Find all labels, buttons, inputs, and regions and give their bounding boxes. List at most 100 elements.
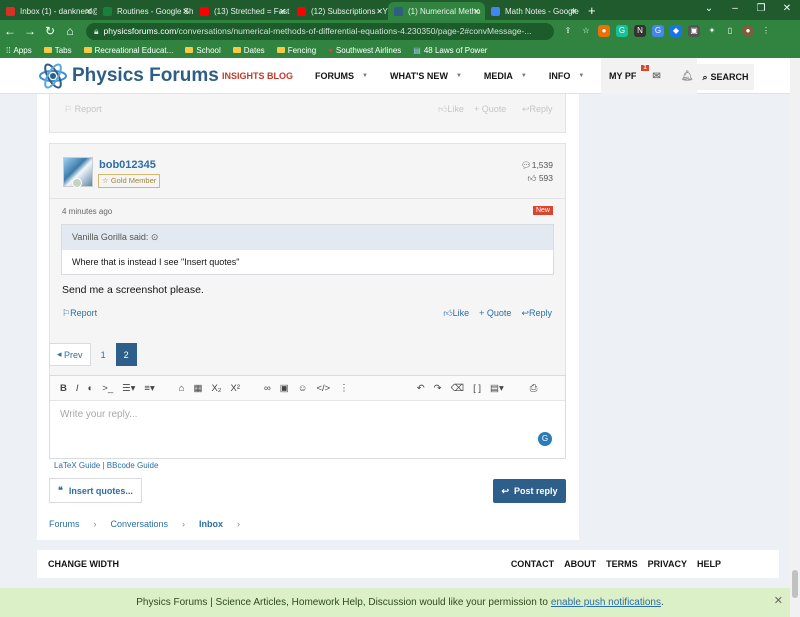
bookmark-star-icon[interactable]: ☆ xyxy=(580,25,592,37)
username-link[interactable]: bob012345 xyxy=(99,159,156,171)
nav-insights-blog[interactable]: INSIGHTS BLOG xyxy=(222,71,293,81)
close-icon[interactable]: ✕ xyxy=(182,7,189,16)
reload-icon[interactable]: ↻ xyxy=(40,24,60,38)
like-link[interactable]: 👍︎Like xyxy=(443,308,469,319)
bookmark-fencing[interactable]: Fencing xyxy=(276,46,316,55)
url-input[interactable]: 🔒︎ physicsforums.com/conversations/numer… xyxy=(86,22,554,40)
bookmark-recreational[interactable]: Recreational Educat... xyxy=(83,46,173,55)
reply-link[interactable]: ↩Reply xyxy=(521,308,552,319)
search-button[interactable]: ⌕ SEARCH xyxy=(697,64,754,90)
nav-whats-new[interactable]: WHAT'S NEW ▼ xyxy=(390,71,462,81)
subscript-icon[interactable]: X₂ xyxy=(211,383,221,394)
footer-about[interactable]: ABOUT xyxy=(564,559,596,569)
insert-quotes-button[interactable]: ❝ Insert quotes... xyxy=(49,478,142,503)
brackets-icon[interactable]: [ ] xyxy=(473,383,481,394)
list-icon[interactable]: ☰▾ xyxy=(122,383,135,394)
like-link[interactable]: 👍︎Like xyxy=(438,104,464,115)
paint-icon[interactable]: ◐ xyxy=(88,383,94,394)
arrow-up-circle-icon[interactable]: ⊙ xyxy=(151,232,159,242)
more-icon[interactable]: ⋮ xyxy=(339,383,349,394)
reply-input[interactable]: Write your reply... xyxy=(60,409,137,420)
forward-icon[interactable]: → xyxy=(20,24,40,38)
bookmark-school[interactable]: School xyxy=(185,46,221,55)
eraser-icon[interactable]: ⌫ xyxy=(451,383,464,394)
bookmark-dates[interactable]: Dates xyxy=(232,46,265,55)
change-width-link[interactable]: CHANGE WIDTH xyxy=(48,559,119,569)
chevron-down-icon[interactable]: ⌄ xyxy=(696,0,722,18)
table-icon[interactable]: ▦ xyxy=(193,383,202,394)
code-tag-icon[interactable]: </> xyxy=(316,383,330,394)
extension-icon[interactable]: ▣ xyxy=(688,25,700,37)
close-icon[interactable]: ✕ xyxy=(85,7,92,16)
link-icon[interactable]: ∞ xyxy=(264,383,271,394)
page-1-button[interactable]: 1 xyxy=(94,343,113,366)
italic-icon[interactable]: I xyxy=(76,383,79,394)
reply-link[interactable]: ↩Reply xyxy=(522,104,553,115)
google-icon[interactable]: G xyxy=(652,25,664,37)
close-icon[interactable]: ✕ xyxy=(279,7,286,16)
close-window-icon[interactable]: ✕ xyxy=(774,0,800,18)
nav-forums[interactable]: FORUMS ▼ xyxy=(315,71,368,81)
breadcrumb-inbox[interactable]: Inbox xyxy=(199,519,223,529)
bookmark-apps[interactable]: ⁞⁞ Apps xyxy=(6,46,32,55)
nav-media[interactable]: MEDIA ▼ xyxy=(484,71,527,81)
extension-icon[interactable]: ◆ xyxy=(670,25,682,37)
site-logo[interactable]: Physics Forums xyxy=(38,62,219,90)
my-pf-menu[interactable]: MY PF ✉ 1 🔔︎ xyxy=(601,58,697,94)
bookmark-southwest[interactable]: ♥ Southwest Airlines xyxy=(328,46,401,55)
preview-icon[interactable]: ⎙ xyxy=(530,383,538,394)
browser-tab-youtube-2[interactable]: (12) Subscriptions - Y ✕ xyxy=(291,2,388,20)
page-scrollbar[interactable] xyxy=(790,58,800,617)
grammarly-icon[interactable]: G xyxy=(538,432,552,446)
redo-icon[interactable]: ↷ xyxy=(434,383,442,394)
chevron-down-icon[interactable]: ▼ xyxy=(521,73,527,79)
minimize-icon[interactable]: – xyxy=(722,0,748,18)
footer-contact[interactable]: CONTACT xyxy=(511,559,554,569)
close-icon[interactable]: ✕ xyxy=(473,7,480,16)
undo-icon[interactable]: ↶ xyxy=(417,383,425,394)
avatar[interactable]: ● xyxy=(742,25,754,37)
bbcode-guide-link[interactable]: BBcode Guide xyxy=(107,461,159,470)
browser-tab-docs[interactable]: Math Notes - Google ✕ xyxy=(485,2,582,20)
institution-icon[interactable]: ⌂ xyxy=(179,383,185,394)
chevron-down-icon[interactable]: ▼ xyxy=(456,73,462,79)
report-link[interactable]: ⚐ Report xyxy=(64,104,102,115)
post-reply-button[interactable]: ↩ Post reply xyxy=(493,479,566,503)
grammarly-icon[interactable]: G xyxy=(616,25,628,37)
browser-tab-gmail[interactable]: Inbox (1) - danknerd@ ✕ xyxy=(0,2,97,20)
share-icon[interactable]: ⇪ xyxy=(562,25,574,37)
footer-help[interactable]: HELP xyxy=(697,559,721,569)
quote-header[interactable]: Vanilla Gorilla said: ⊙ xyxy=(62,225,553,250)
bookmark-48-laws[interactable]: ▤ 48 Laws of Power xyxy=(413,46,487,55)
post-time[interactable]: 4 minutes ago xyxy=(62,207,112,216)
close-icon[interactable]: ✕ xyxy=(570,7,577,16)
quote-link[interactable]: + Quote xyxy=(479,308,511,319)
breadcrumb-conversations[interactable]: Conversations xyxy=(111,519,169,529)
bold-icon[interactable]: B xyxy=(60,383,67,394)
chevron-down-icon[interactable]: ▼ xyxy=(362,73,368,79)
home-icon[interactable]: ⌂ xyxy=(60,24,80,38)
quote-link[interactable]: + Quote xyxy=(474,104,506,114)
report-link[interactable]: ⚐Report xyxy=(62,308,97,319)
scrollbar-thumb[interactable] xyxy=(792,570,798,598)
align-icon[interactable]: ≡▾ xyxy=(144,383,154,394)
enable-push-link[interactable]: enable push notifications xyxy=(551,597,661,608)
inbox-icon[interactable]: ✉ 1 xyxy=(641,64,661,82)
menu-icon[interactable]: ⋮ xyxy=(760,25,772,37)
browser-tab-youtube-1[interactable]: (13) Stretched = Fast ✕ xyxy=(194,2,291,20)
page-2-button[interactable]: 2 xyxy=(115,343,137,366)
new-tab-icon[interactable]: + xyxy=(588,3,596,18)
breadcrumb-forums[interactable]: Forums xyxy=(49,519,80,529)
bell-icon[interactable]: 🔔︎ xyxy=(673,71,694,82)
puzzle-icon[interactable]: ✦ xyxy=(706,25,718,37)
browser-tab-physicsforums[interactable]: (1) Numerical Metho ✕ xyxy=(388,2,485,20)
drafts-icon[interactable]: ▤▾ xyxy=(490,383,504,394)
bookmark-tabs[interactable]: Tabs xyxy=(43,46,72,55)
back-icon[interactable]: ← xyxy=(0,24,20,38)
code-icon[interactable]: >_ xyxy=(102,383,113,394)
superscript-icon[interactable]: X² xyxy=(230,383,240,394)
notion-icon[interactable]: N xyxy=(634,25,646,37)
extension-icon[interactable]: ● xyxy=(598,25,610,37)
smiley-icon[interactable]: ☺ xyxy=(298,383,308,394)
footer-terms[interactable]: TERMS xyxy=(606,559,638,569)
